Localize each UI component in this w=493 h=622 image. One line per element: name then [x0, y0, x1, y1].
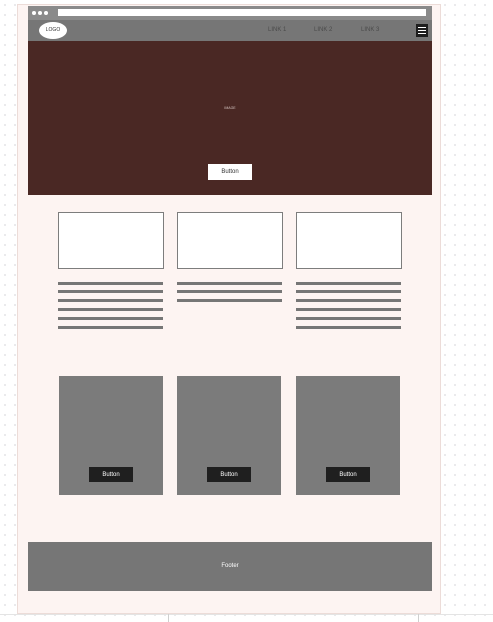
nav-link-3[interactable]: LINK 3 [361, 20, 379, 41]
text-line [177, 282, 282, 285]
product-card-button[interactable]: Button [207, 467, 251, 482]
text-line [58, 290, 163, 293]
text-line [58, 308, 163, 311]
nav-link-2[interactable]: LINK 2 [314, 20, 332, 41]
text-line [296, 282, 401, 285]
text-line [296, 290, 401, 293]
hero-button[interactable]: Button [208, 164, 252, 180]
nav-link-1[interactable]: LINK 1 [268, 20, 286, 41]
window-dot-icon [38, 11, 42, 15]
window-dot-icon [44, 11, 48, 15]
window-dot-icon [32, 11, 36, 15]
feature-image-placeholder [296, 212, 402, 269]
hero-section: IMAGE Button [28, 41, 432, 195]
feature-image-placeholder [58, 212, 164, 269]
product-card: Button [177, 376, 281, 495]
product-card: Button [296, 376, 400, 495]
text-line [296, 308, 401, 311]
feature-image-placeholder [177, 212, 283, 269]
navbar: LOGO LINK 1 LINK 2 LINK 3 [28, 20, 432, 41]
browser-chrome [28, 6, 432, 20]
hero-image-label: IMAGE [224, 106, 236, 110]
canvas-tick [168, 614, 169, 622]
text-line [177, 299, 282, 302]
text-line [58, 299, 163, 302]
text-line [296, 326, 401, 329]
product-card-button[interactable]: Button [326, 467, 370, 482]
text-line [296, 317, 401, 320]
address-bar[interactable] [58, 9, 426, 16]
logo[interactable]: LOGO [39, 22, 67, 39]
footer: Footer [28, 542, 432, 591]
canvas-baseline [0, 614, 493, 615]
product-card: Button [59, 376, 163, 495]
text-line [58, 326, 163, 329]
canvas-tick [418, 614, 419, 622]
hamburger-menu-icon[interactable] [416, 24, 428, 37]
text-line [296, 299, 401, 302]
text-line [58, 317, 163, 320]
product-card-button[interactable]: Button [89, 467, 133, 482]
text-line [58, 282, 163, 285]
text-line [177, 290, 282, 293]
